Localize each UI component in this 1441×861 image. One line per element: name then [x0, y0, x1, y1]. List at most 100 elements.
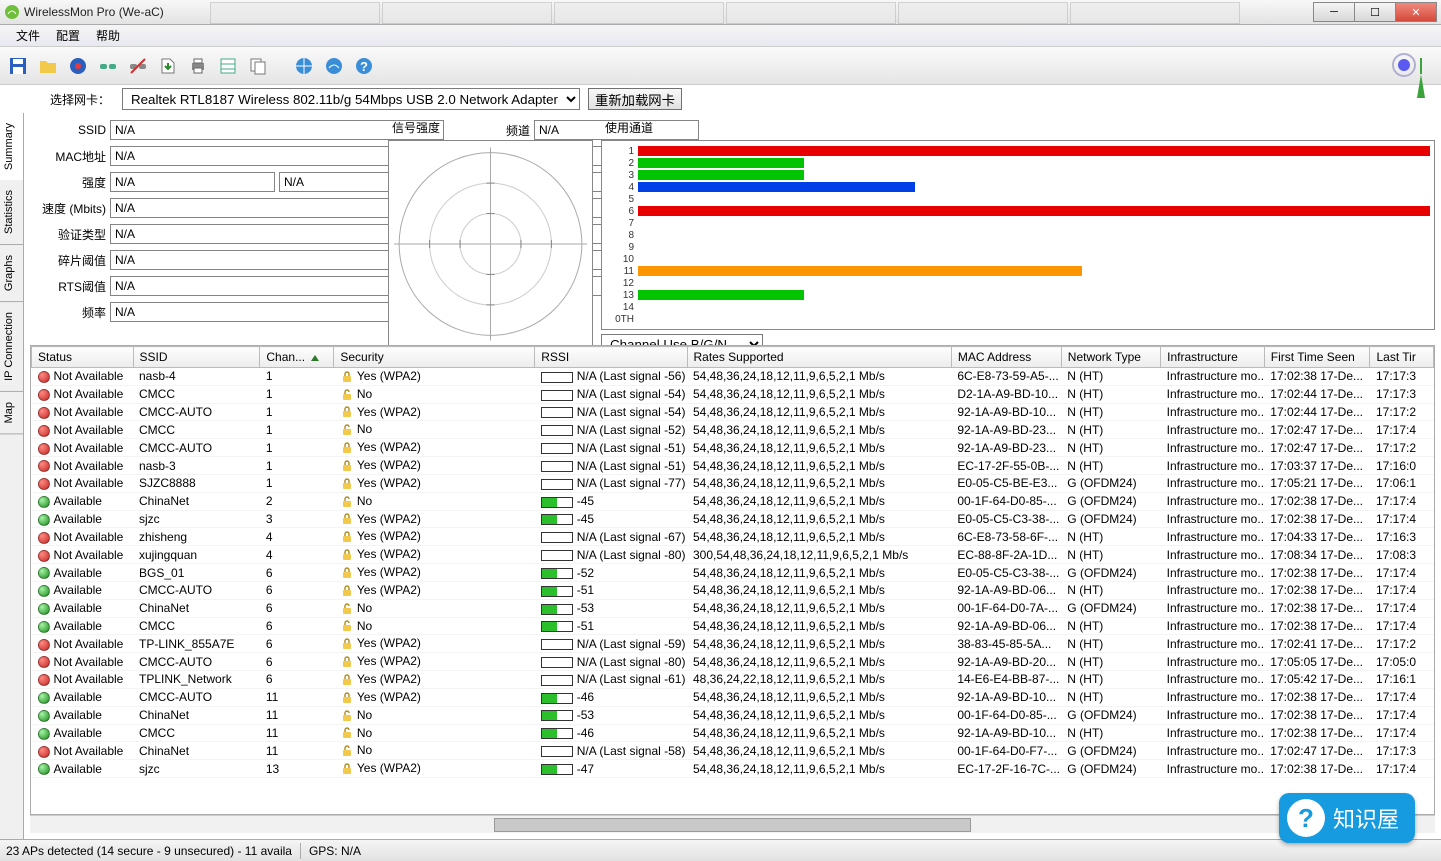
- table-row[interactable]: Availablesjzc3Yes (WPA2)-4554,48,36,24,1…: [32, 510, 1434, 528]
- table-row[interactable]: Not Availablenasb-31Yes (WPA2)N/A (Last …: [32, 457, 1434, 475]
- network-table[interactable]: StatusSSIDChan...SecurityRSSIRates Suppo…: [30, 345, 1435, 815]
- unavailable-icon: [38, 425, 50, 437]
- table-header[interactable]: First Time Seen: [1264, 347, 1370, 368]
- table-icon[interactable]: [216, 54, 240, 78]
- menu-file[interactable]: 文件: [8, 25, 48, 46]
- taskbar-tab[interactable]: [1070, 2, 1240, 24]
- taskbar-tab[interactable]: [382, 2, 552, 24]
- copy-icon[interactable]: [246, 54, 270, 78]
- channel-row-label: 0TH: [606, 314, 638, 325]
- table-row[interactable]: Not Availablenasb-41Yes (WPA2)N/A (Last …: [32, 368, 1434, 386]
- table-row[interactable]: Not AvailableCMCC-AUTO1Yes (WPA2)N/A (La…: [32, 403, 1434, 421]
- link-icon[interactable]: [96, 54, 120, 78]
- table-row[interactable]: AvailableCMCC-AUTO6Yes (WPA2)-5154,48,36…: [32, 581, 1434, 599]
- reload-adapter-button[interactable]: 重新加载网卡: [588, 88, 682, 110]
- table-header[interactable]: MAC Address: [951, 347, 1061, 368]
- folder-icon[interactable]: [36, 54, 60, 78]
- table-header[interactable]: RSSI: [535, 347, 687, 368]
- taskbar-tab[interactable]: [726, 2, 896, 24]
- table-row[interactable]: Availablesjzc13Yes (WPA2)-4754,48,36,24,…: [32, 760, 1434, 778]
- print-icon[interactable]: [186, 54, 210, 78]
- strength-label: 强度: [30, 174, 106, 191]
- rssi-bar: [541, 746, 573, 757]
- tab-ip-connection[interactable]: IP Connection: [0, 302, 23, 392]
- table-header[interactable]: Chan...: [260, 347, 334, 368]
- tab-graphs[interactable]: Graphs: [0, 245, 23, 302]
- speed-label: 速度 (Mbits): [30, 200, 106, 217]
- close-button[interactable]: ✕: [1395, 2, 1437, 22]
- unavailable-icon: [38, 389, 50, 401]
- table-row[interactable]: Not Availablezhisheng4Yes (WPA2)N/A (Las…: [32, 528, 1434, 546]
- table-row[interactable]: AvailableBGS_016Yes (WPA2)-5254,48,36,24…: [32, 564, 1434, 582]
- table-row[interactable]: AvailableCMCC11No-4654,48,36,24,18,12,11…: [32, 724, 1434, 742]
- taskbar-tab[interactable]: [554, 2, 724, 24]
- taskbar-tab[interactable]: [898, 2, 1068, 24]
- unavailable-icon: [38, 746, 50, 758]
- maximize-button[interactable]: ☐: [1354, 2, 1396, 22]
- unlock-icon: [340, 388, 354, 402]
- titlebar: WirelessMon Pro (We-aC) ─ ☐ ✕: [0, 0, 1441, 25]
- lock-icon: [340, 477, 354, 491]
- wifi-icon[interactable]: [322, 54, 346, 78]
- rssi-bar: [541, 479, 573, 490]
- auth-label: 验证类型: [30, 226, 106, 243]
- rssi-bar: [541, 675, 573, 686]
- channel-row-label: 8: [606, 230, 638, 241]
- rssi-bar: [541, 586, 573, 597]
- minimize-button[interactable]: ─: [1313, 2, 1355, 22]
- table-header[interactable]: Infrastructure: [1161, 347, 1265, 368]
- table-header[interactable]: Status: [32, 347, 134, 368]
- table-header[interactable]: Security: [334, 347, 535, 368]
- import-icon[interactable]: [156, 54, 180, 78]
- menu-config[interactable]: 配置: [48, 25, 88, 46]
- record-icon[interactable]: [66, 54, 90, 78]
- table-row[interactable]: AvailableChinaNet11No-5354,48,36,24,18,1…: [32, 706, 1434, 724]
- table-row[interactable]: AvailableCMCC6No-5154,48,36,24,18,12,11,…: [32, 617, 1434, 635]
- lock-icon: [340, 405, 354, 419]
- strength1-field[interactable]: [110, 172, 275, 192]
- table-header[interactable]: Rates Supported: [687, 347, 951, 368]
- available-icon: [38, 621, 50, 633]
- table-row[interactable]: AvailableChinaNet2No-4554,48,36,24,18,12…: [32, 492, 1434, 510]
- table-header[interactable]: SSID: [133, 347, 260, 368]
- freq-label: 频率: [30, 304, 106, 321]
- tab-summary[interactable]: Summary: [0, 113, 23, 180]
- channel-row-label: 7: [606, 218, 638, 229]
- table-header[interactable]: Last Tir: [1370, 347, 1434, 368]
- table-row[interactable]: AvailableCMCC-AUTO11Yes (WPA2)-4654,48,3…: [32, 688, 1434, 706]
- lock-icon: [340, 673, 354, 687]
- adapter-select[interactable]: Realtek RTL8187 Wireless 802.11b/g 54Mbp…: [122, 88, 580, 110]
- table-row[interactable]: Not AvailableChinaNet11NoN/A (Last signa…: [32, 742, 1434, 760]
- table-row[interactable]: Not AvailableSJZC88881Yes (WPA2)N/A (Las…: [32, 474, 1434, 492]
- table-row[interactable]: Not AvailableCMCC1NoN/A (Last signal -54…: [32, 385, 1434, 403]
- lock-icon: [340, 762, 354, 776]
- table-row[interactable]: Not AvailableTP-LINK_855A7E6Yes (WPA2)N/…: [32, 635, 1434, 653]
- table-row[interactable]: Not AvailableTPLINK_Network6Yes (WPA2)N/…: [32, 671, 1434, 689]
- rssi-bar: [541, 372, 573, 383]
- unavailable-icon: [38, 460, 50, 472]
- table-row[interactable]: Not AvailableCMCC-AUTO1Yes (WPA2)N/A (La…: [32, 439, 1434, 457]
- menu-help[interactable]: 帮助: [88, 25, 128, 46]
- save-icon[interactable]: [6, 54, 30, 78]
- tab-statistics[interactable]: Statistics: [0, 180, 23, 245]
- taskbar-tab[interactable]: [210, 2, 380, 24]
- unlock-icon: [340, 495, 354, 509]
- table-row[interactable]: AvailableChinaNet6No-5354,48,36,24,18,12…: [32, 599, 1434, 617]
- help-icon[interactable]: ?: [352, 54, 376, 78]
- available-icon: [38, 514, 50, 526]
- table-row[interactable]: Not AvailableCMCC1NoN/A (Last signal -52…: [32, 421, 1434, 439]
- available-icon: [38, 710, 50, 722]
- globe-icon[interactable]: [292, 54, 316, 78]
- table-header[interactable]: Network Type: [1061, 347, 1160, 368]
- unavailable-icon: [38, 656, 50, 668]
- horizontal-scrollbar[interactable]: [30, 815, 1435, 833]
- available-icon: [38, 763, 50, 775]
- tab-map[interactable]: Map: [0, 392, 23, 434]
- rssi-bar: [541, 461, 573, 472]
- unavailable-icon: [38, 478, 50, 490]
- table-row[interactable]: Not Availablexujingquan4Yes (WPA2)N/A (L…: [32, 546, 1434, 564]
- channel-row-label: 14: [606, 302, 638, 313]
- table-row[interactable]: Not AvailableCMCC-AUTO6Yes (WPA2)N/A (La…: [32, 653, 1434, 671]
- disconnect-icon[interactable]: [126, 54, 150, 78]
- unlock-icon: [340, 709, 354, 723]
